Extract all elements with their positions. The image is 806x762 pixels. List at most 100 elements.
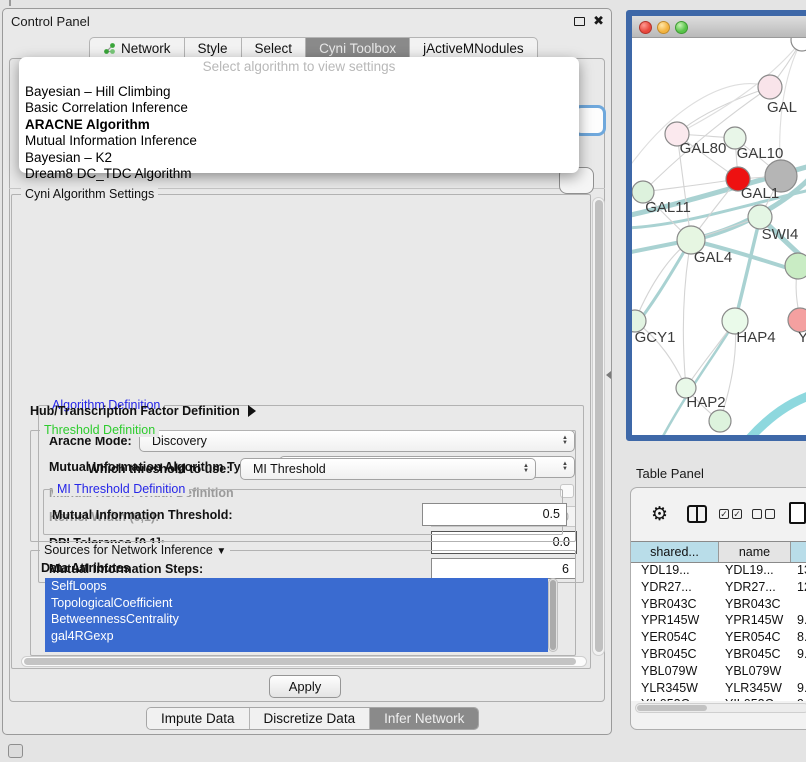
zoom-traffic-light-icon[interactable] bbox=[675, 21, 688, 34]
network-window-titlebar[interactable] bbox=[632, 16, 806, 38]
network-node-label: GAL80 bbox=[680, 140, 727, 157]
data-attribute-item[interactable]: gal4RGexp bbox=[45, 628, 548, 645]
cyni-bottom-tab-bar: Impute Data Discretize Data Infer Networ… bbox=[146, 707, 479, 730]
table-cell: YLR345W bbox=[719, 681, 791, 698]
table-header-row: shared... name bbox=[631, 541, 806, 563]
mi-threshold-field[interactable]: 0.5 bbox=[422, 503, 567, 526]
close-icon[interactable]: ✖ bbox=[593, 13, 604, 29]
minimize-traffic-light-icon[interactable] bbox=[657, 21, 670, 34]
network-icon bbox=[103, 42, 116, 55]
table-cell: YBL079W bbox=[631, 664, 719, 681]
network-node-label: GAL bbox=[767, 99, 797, 116]
table-cell: YDL19... bbox=[631, 563, 719, 580]
threshold-definition-title: Threshold Definition bbox=[40, 423, 159, 437]
network-node-label: GAL11 bbox=[645, 199, 691, 216]
network-node-gal[interactable] bbox=[758, 75, 782, 99]
table-row[interactable]: YIL052CYIL052C9. bbox=[631, 697, 806, 701]
settings-vertical-thumb[interactable] bbox=[595, 200, 603, 652]
table-cell: YER054C bbox=[631, 630, 719, 647]
algorithm-option[interactable]: ARACNE Algorithm bbox=[19, 117, 579, 133]
column-header-partial[interactable] bbox=[791, 542, 806, 562]
data-attribute-item[interactable]: TopologicalCoefficient bbox=[45, 595, 548, 612]
settings-vertical-scrollbar[interactable] bbox=[592, 197, 605, 656]
table-cell: YER054C bbox=[719, 630, 791, 647]
data-attribute-item[interactable]: SelfLoops bbox=[45, 578, 548, 595]
table-row[interactable]: YBL079WYBL079W bbox=[631, 664, 806, 681]
network-canvas[interactable]: GALGAL80GAL10GAL1GAL11SWI4GAL4GCY1HAP4YH… bbox=[632, 38, 806, 435]
table-cell: 8. bbox=[791, 630, 806, 647]
data-attributes-list[interactable]: SelfLoopsTopologicalCoefficientBetweenne… bbox=[45, 578, 548, 652]
attributes-scrollbar-thumb[interactable] bbox=[550, 580, 556, 650]
expander-expanded-icon: ▼ bbox=[216, 546, 226, 557]
split-columns-icon[interactable] bbox=[687, 505, 707, 523]
attributes-scrollbar[interactable] bbox=[548, 578, 558, 652]
algorithm-option[interactable]: Dream8 DC_TDC Algorithm bbox=[19, 166, 579, 182]
table-row[interactable]: YDL19...YDL19...13 bbox=[631, 563, 806, 580]
table-cell: YIL052C bbox=[631, 697, 719, 701]
table-cell: YBL079W bbox=[719, 664, 791, 681]
which-threshold-label: Which threshold to use: bbox=[88, 462, 230, 476]
gear-icon[interactable]: ⚙ bbox=[651, 503, 668, 526]
apply-button[interactable]: Apply bbox=[269, 675, 341, 698]
float-window-icon[interactable] bbox=[574, 17, 585, 26]
table-cell: 12 bbox=[791, 580, 806, 597]
table-cell: 13 bbox=[791, 563, 806, 580]
network-canvas-svg: GALGAL80GAL10GAL1GAL11SWI4GAL4GCY1HAP4YH… bbox=[632, 38, 806, 435]
sources-title-text: Sources for Network Inference bbox=[44, 543, 213, 557]
panel-resize-handle[interactable] bbox=[606, 371, 611, 379]
table-cell: YBR043C bbox=[631, 597, 719, 614]
network-edge[interactable] bbox=[683, 240, 691, 388]
table-panel-title: Table Panel bbox=[636, 466, 704, 481]
network-node[interactable] bbox=[709, 410, 731, 432]
table-row[interactable]: YPR145WYPR145W9. bbox=[631, 613, 806, 630]
table-row[interactable]: YER054CYER054C8. bbox=[631, 630, 806, 647]
tab-infer-network[interactable]: Infer Network bbox=[370, 708, 478, 729]
checkbox-checked-icon: ✓ bbox=[719, 509, 729, 519]
table-row[interactable]: YBR043CYBR043C bbox=[631, 597, 806, 614]
close-traffic-light-icon[interactable] bbox=[639, 21, 652, 34]
tab-impute-data[interactable]: Impute Data bbox=[147, 708, 250, 729]
network-edge[interactable] bbox=[750, 394, 806, 435]
table-cell: 9. bbox=[791, 681, 806, 698]
table-cell bbox=[791, 597, 806, 614]
desktop: Control Panel ✖ Network Style Select bbox=[0, 0, 806, 762]
dock-panel-icon[interactable] bbox=[8, 744, 23, 758]
algorithm-option[interactable]: Basic Correlation Inference bbox=[19, 100, 579, 116]
table-horizontal-scrollbar[interactable] bbox=[635, 703, 806, 713]
settings-horizontal-scrollbar[interactable] bbox=[21, 656, 587, 667]
network-node-label: HAP2 bbox=[686, 394, 725, 411]
table-row[interactable]: YLR345WYLR345W9. bbox=[631, 681, 806, 698]
checkbox-unchecked-icon bbox=[752, 509, 762, 519]
table-cell: 9. bbox=[791, 697, 806, 701]
table-cell: YLR345W bbox=[631, 681, 719, 698]
network-node[interactable] bbox=[785, 253, 806, 279]
network-node[interactable] bbox=[791, 38, 806, 51]
table-row[interactable]: YBR045CYBR045C9. bbox=[631, 647, 806, 664]
algorithm-option[interactable]: Bayesian – K2 bbox=[19, 150, 579, 166]
settings-group-title: Cyni Algorithm Settings bbox=[21, 187, 158, 201]
algorithm-dropdown-popup: Select algorithm to view settings Bayesi… bbox=[19, 57, 579, 173]
column-header-name[interactable]: name bbox=[719, 542, 791, 562]
table-panel-window: ⚙ ✓ ✓ shared... name YDL19...YDL19...13Y… bbox=[630, 487, 806, 730]
page-icon[interactable] bbox=[789, 502, 806, 524]
which-threshold-combobox[interactable]: MI Threshold ▲▼ bbox=[240, 458, 536, 480]
hub-definition-expander[interactable]: Hub/Transcription Factor Definition bbox=[30, 404, 256, 418]
mi-threshold-group: MI Threshold Definition Mutual Informati… bbox=[43, 489, 563, 535]
network-edge[interactable] bbox=[735, 218, 760, 321]
which-threshold-value: MI Threshold bbox=[241, 462, 519, 476]
table-horizontal-thumb[interactable] bbox=[637, 705, 707, 711]
data-attribute-item[interactable]: BetweennessCentrality bbox=[45, 611, 548, 628]
unchecked-pair-icon[interactable] bbox=[752, 509, 775, 519]
algorithm-option[interactable]: Bayesian – Hill Climbing bbox=[19, 84, 579, 100]
table-cell: 9. bbox=[791, 613, 806, 630]
algorithm-option[interactable]: Mutual Information Inference bbox=[19, 133, 579, 149]
tab-discretize-data[interactable]: Discretize Data bbox=[250, 708, 371, 729]
combo-arrows-icon: ▲▼ bbox=[519, 464, 535, 474]
cyni-algorithm-settings-group: Cyni Algorithm Settings Algorithm Defini… bbox=[11, 194, 591, 669]
column-header-shared-name[interactable]: shared... bbox=[631, 542, 719, 562]
mi-threshold-label: Mutual Information Threshold: bbox=[52, 508, 233, 522]
table-row[interactable]: YDR27...YDR27...12 bbox=[631, 580, 806, 597]
checked-pair-icon[interactable]: ✓ ✓ bbox=[719, 509, 742, 519]
settings-horizontal-thumb[interactable] bbox=[24, 658, 576, 665]
sources-group-title[interactable]: Sources for Network Inference ▼ bbox=[40, 543, 230, 557]
